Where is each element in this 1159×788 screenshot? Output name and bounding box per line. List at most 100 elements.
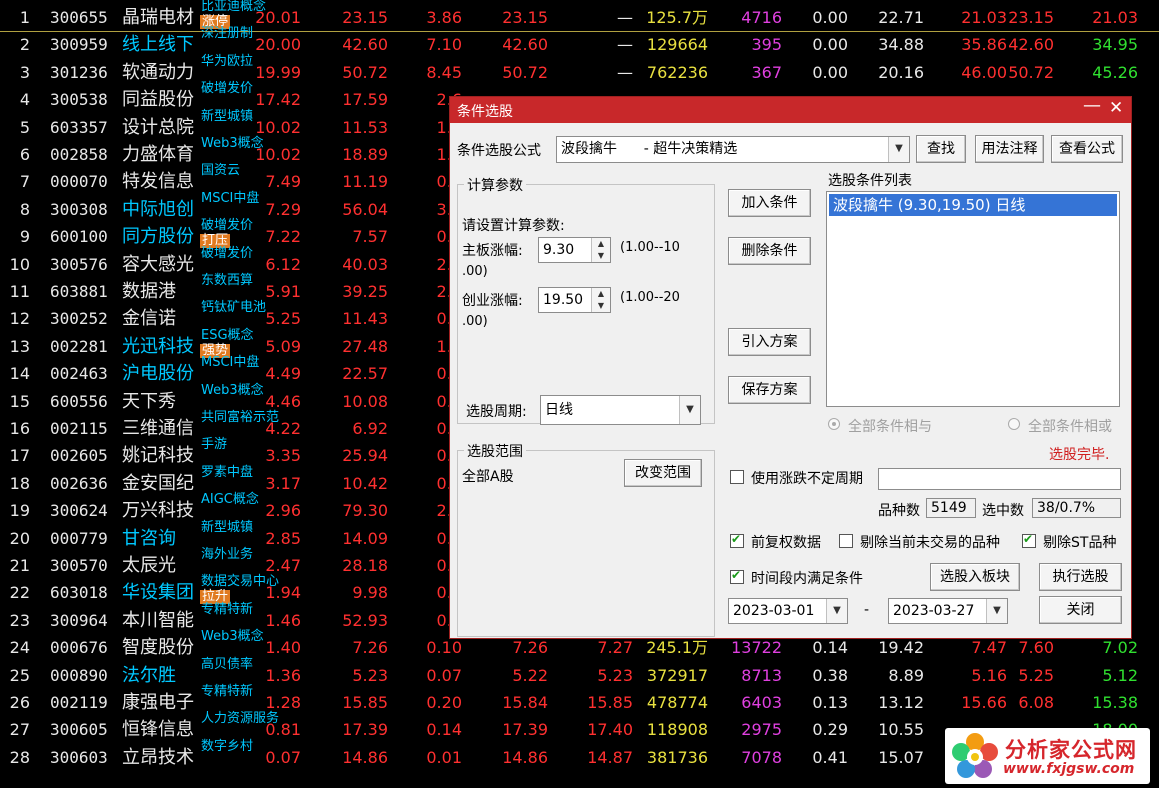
selected-value: 38/0.7% xyxy=(1032,498,1121,518)
period-condition-checkbox[interactable] xyxy=(730,568,744,584)
adjusted-data-checkbox[interactable] xyxy=(730,532,744,548)
stock-name: 本川智能 xyxy=(122,609,194,631)
cell-c2: 56.04 xyxy=(342,199,388,219)
uncertain-period-checkbox[interactable] xyxy=(730,470,744,484)
table-row[interactable]: 25 000890 法尔胜 高贝债率 1.36 5.23 0.07 5.22 5.23 37291… xyxy=(0,657,1159,689)
param1-spinner[interactable]: ▲ ▼ xyxy=(591,238,610,262)
cell-c2: 40.03 xyxy=(342,254,388,274)
cell-c2: 27.48 xyxy=(342,336,388,356)
cell-c9: 10.55 xyxy=(878,720,924,740)
cell-c6: 125.7万 xyxy=(646,8,708,27)
chevron-down-icon[interactable]: ▼ xyxy=(679,396,700,424)
date-from-select[interactable]: 2023-03-01 ▼ xyxy=(728,598,848,624)
stock-name: 智度股份 xyxy=(122,637,194,659)
stock-name: 三维通信 xyxy=(122,418,194,439)
cell-c6: 372917 xyxy=(646,665,708,685)
param2-range: (1.00--20 xyxy=(620,290,680,305)
cell-c2: 10.42 xyxy=(342,473,388,493)
table-row[interactable]: 26 002119 康强电子 专精特新 1.28 15.85 0.20 15.84 15.85 4… xyxy=(0,685,1159,716)
find-button[interactable]: 查找 xyxy=(916,135,966,163)
spin-down-icon[interactable]: ▼ xyxy=(592,250,610,262)
view-formula-button[interactable]: 查看公式 xyxy=(1051,135,1123,163)
param1-input[interactable]: 9.30 ▲ ▼ xyxy=(538,237,611,263)
cell-c2: 11.43 xyxy=(342,309,388,329)
import-scheme-button[interactable]: 引入方案 xyxy=(728,328,811,356)
period-select[interactable]: 日线 ▼ xyxy=(540,395,701,425)
radio-or[interactable] xyxy=(1008,418,1020,430)
minimize-icon[interactable]: — xyxy=(1083,95,1101,116)
usage-notes-button[interactable]: 用法注释 xyxy=(975,135,1044,163)
table-row[interactable]: 2 300959 线上线下 深注册制 20.00 42.60 7.10 42.60—12966… xyxy=(0,27,1159,58)
cell-c2: 79.30 xyxy=(342,501,388,521)
stock-code: 300624 xyxy=(50,501,108,521)
row-index: 6 xyxy=(19,145,30,164)
cell-c2: 42.60 xyxy=(342,35,388,55)
param1-range: (1.00--10 xyxy=(620,240,680,255)
chevron-down-icon[interactable]: ▼ xyxy=(826,599,847,623)
close-button[interactable]: 关闭 xyxy=(1039,596,1122,624)
stock-name: 姚记科技 xyxy=(122,445,194,467)
cell-c9: 15.07 xyxy=(878,747,924,767)
dialog-title-bar[interactable]: 条件选股 — ✕ xyxy=(450,95,1131,123)
range-value: 全部A股 xyxy=(462,469,514,485)
cell-c5: — xyxy=(617,35,633,55)
cell-c3: 0.07 xyxy=(426,665,462,685)
stock-code: 300964 xyxy=(50,610,108,630)
stock-name: 特发信息 xyxy=(122,171,194,193)
change-range-button[interactable]: 改变范围 xyxy=(624,459,702,487)
run-screen-button[interactable]: 执行选股 xyxy=(1039,563,1122,591)
add-condition-button[interactable]: 加入条件 xyxy=(728,189,811,217)
stock-name: 恒锋信息 xyxy=(122,719,194,741)
cell-c1: 1.94 xyxy=(265,583,301,603)
spin-up-icon[interactable]: ▲ xyxy=(592,238,610,250)
cell-c5: 14.87 xyxy=(587,747,633,767)
stock-name: 康强电子 xyxy=(122,692,194,713)
cell-c1: 20.01 xyxy=(255,8,301,27)
exclude-st-checkbox[interactable] xyxy=(1022,532,1036,548)
date-to-select[interactable]: 2023-03-27 ▼ xyxy=(888,598,1008,624)
stock-name: 太辰光 xyxy=(122,555,176,576)
exclude-suspended-checkbox[interactable] xyxy=(839,534,853,548)
stock-code: 002858 xyxy=(50,145,108,164)
param2-spinner[interactable]: ▲ ▼ xyxy=(591,288,610,312)
spin-down-icon[interactable]: ▼ xyxy=(592,300,610,312)
stock-name: 金安国纪 xyxy=(122,472,194,494)
cell-c2: 17.59 xyxy=(342,90,388,110)
cell-c1: 2.96 xyxy=(265,501,301,521)
table-row[interactable]: 1 300655 晶瑞电材 比亚迪概念 涨停 20.01 23.15 3.86 23.15—12… xyxy=(0,0,1159,32)
condition-list-item[interactable]: 波段擒牛 (9.30,19.50) 日线 xyxy=(829,194,1117,216)
formula-select[interactable]: 波段擒牛 - 超牛决策精选 ▼ xyxy=(556,136,910,163)
cell-c11: 42.60 xyxy=(1008,35,1054,55)
chevron-down-icon[interactable]: ▼ xyxy=(986,599,1007,623)
save-scheme-button[interactable]: 保存方案 xyxy=(728,376,811,404)
cell-c6: 118908 xyxy=(646,720,708,740)
delete-condition-button[interactable]: 删除条件 xyxy=(728,237,811,265)
row-index: 16 xyxy=(9,419,30,438)
uncertain-period-input[interactable] xyxy=(878,468,1121,490)
cell-c1: 4.22 xyxy=(265,419,301,438)
radio-and[interactable] xyxy=(828,418,840,430)
table-row[interactable]: 3 301236 软通动力 华为欧拉 19.99 50.72 8.45 50.72—76223… xyxy=(0,54,1159,86)
cell-c1: 0.81 xyxy=(265,720,301,740)
spin-up-icon[interactable]: ▲ xyxy=(592,288,610,300)
cell-c1: 3.35 xyxy=(265,446,301,466)
stock-code: 000070 xyxy=(50,172,108,192)
date-to-value: 2023-03-27 xyxy=(893,603,975,619)
chevron-down-icon[interactable]: ▼ xyxy=(888,137,909,162)
row-index: 21 xyxy=(9,556,30,575)
close-icon[interactable]: ✕ xyxy=(1109,98,1123,118)
param1-range-cont: .00) xyxy=(462,264,488,279)
row-index: 17 xyxy=(9,446,30,466)
params-group-title: 计算参数 xyxy=(464,175,526,195)
cell-c12: 21.03 xyxy=(1092,8,1138,27)
stock-code: 301236 xyxy=(50,62,108,82)
cell-c2: 9.98 xyxy=(352,583,388,603)
cell-c2: 52.93 xyxy=(342,610,388,630)
cell-c1: 1.40 xyxy=(265,638,301,658)
add-to-block-button[interactable]: 选股入板块 xyxy=(930,563,1020,591)
condition-list[interactable]: 波段擒牛 (9.30,19.50) 日线 xyxy=(826,191,1120,407)
cell-c2: 10.08 xyxy=(342,391,388,411)
cell-c4: 23.15 xyxy=(502,8,548,27)
stock-name: 数据港 xyxy=(122,281,176,302)
param2-input[interactable]: 19.50 ▲ ▼ xyxy=(538,287,611,313)
